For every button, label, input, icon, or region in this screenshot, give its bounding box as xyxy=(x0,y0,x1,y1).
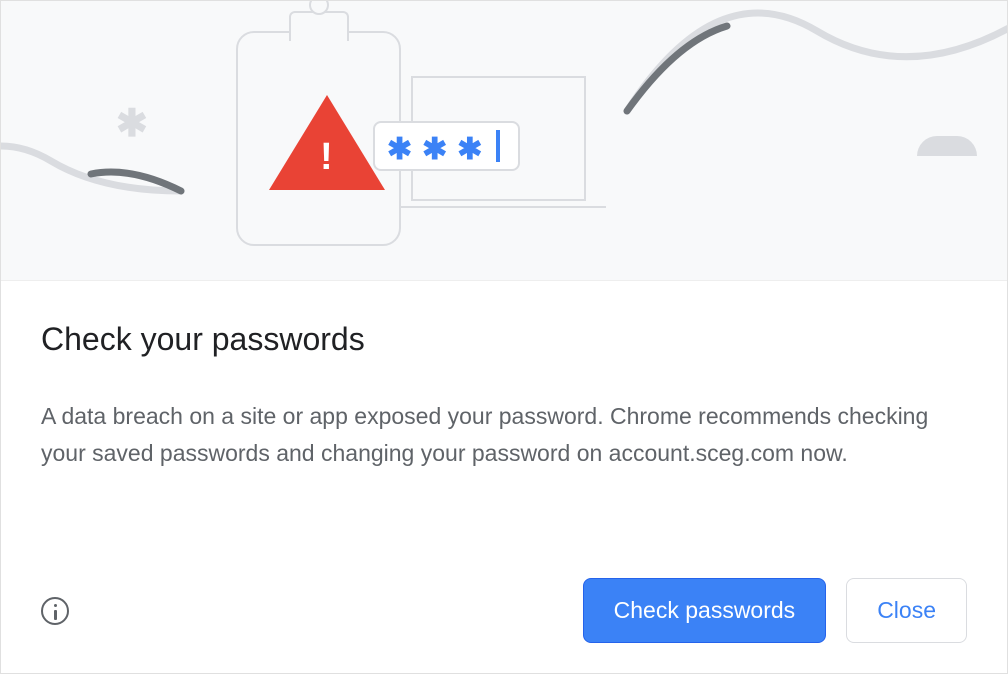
decorative-hill xyxy=(917,136,977,156)
password-breach-dialog: ✱ ✱ ✱ ✱ ! Check your passwords A data br… xyxy=(0,0,1008,674)
asterisk-icon: ✱ xyxy=(422,135,447,165)
dialog-footer: Check passwords Close xyxy=(41,558,967,643)
dialog-title: Check your passwords xyxy=(41,321,967,358)
asterisk-icon: ✱ xyxy=(457,135,482,165)
button-group: Check passwords Close xyxy=(583,578,967,643)
clipboard-clip xyxy=(289,11,349,41)
dialog-content: Check your passwords A data breach on a … xyxy=(1,281,1007,673)
illustration-area: ✱ ✱ ✱ ✱ ! xyxy=(1,1,1007,281)
close-button[interactable]: Close xyxy=(846,578,967,643)
password-field-illustration: ✱ ✱ ✱ xyxy=(373,121,520,171)
decorative-wave-left xyxy=(1,131,231,251)
check-passwords-button[interactable]: Check passwords xyxy=(583,578,827,643)
cursor-icon xyxy=(496,130,500,162)
dialog-description: A data breach on a site or app exposed y… xyxy=(41,398,967,472)
decorative-asterisk-icon: ✱ xyxy=(116,101,148,146)
info-icon[interactable] xyxy=(41,597,69,625)
decorative-wave-right xyxy=(617,1,1007,151)
monitor-base xyxy=(391,206,606,208)
exclamation-icon: ! xyxy=(320,136,333,179)
asterisk-icon: ✱ xyxy=(387,135,412,165)
